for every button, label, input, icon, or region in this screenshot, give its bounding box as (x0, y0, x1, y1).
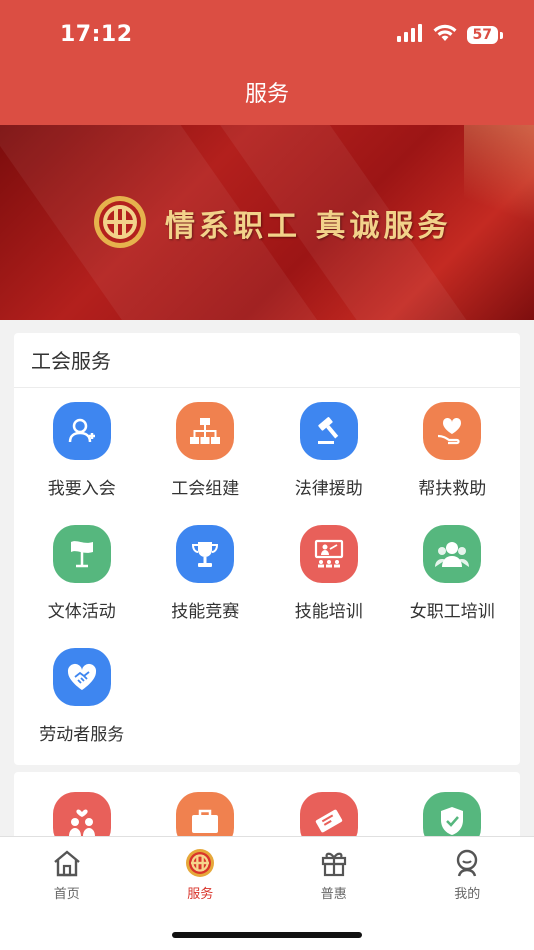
wifi-icon (433, 24, 457, 46)
handshake-icon (52, 648, 111, 706)
service-cultural-sports[interactable]: 文体活动 (20, 511, 144, 634)
battery-indicator: 57 (466, 26, 504, 44)
banner-glow (464, 125, 534, 320)
ticket-icon (299, 792, 358, 842)
org-chart-icon (176, 402, 235, 460)
service-label: 技能竞赛 (171, 602, 240, 622)
status-bar: 17:12 57 (0, 0, 534, 66)
service-label: 技能培训 (294, 602, 363, 622)
briefcase-icon (176, 792, 235, 842)
service-skills-training[interactable]: 技能培训 (267, 511, 391, 634)
banner-slogan: 情系职工 真诚服务 (165, 209, 452, 244)
tab-profile[interactable]: 我的 (401, 837, 534, 902)
tab-label: 普惠 (320, 887, 347, 902)
classroom-icon (299, 525, 358, 583)
union-services-card: 工会服务 我要入会 工会组建 法律援助 帮扶救助 文体活动 技能竞赛 技能培训 … (14, 333, 520, 765)
status-time: 17:12 (60, 22, 133, 47)
service-label: 劳动者服务 (39, 725, 125, 745)
add-user-icon (52, 402, 111, 460)
banner[interactable]: 情系职工 真诚服务 (0, 125, 534, 320)
heart-hand-icon (423, 402, 482, 460)
service-label: 女职工培训 (409, 602, 495, 622)
service-label: 工会组建 (171, 479, 240, 499)
tab-label: 首页 (53, 887, 80, 902)
flag-icon (52, 525, 111, 583)
tab-label: 我的 (454, 887, 481, 902)
profile-icon (451, 847, 483, 879)
service-assistance[interactable]: 帮扶救助 (391, 388, 515, 511)
women-group-icon (423, 525, 482, 583)
service-label: 帮扶救助 (418, 479, 487, 499)
nav-header: 服务 (0, 66, 534, 125)
status-icons: 57 (396, 24, 504, 46)
service-worker-services[interactable]: 劳动者服务 (20, 634, 144, 757)
home-indicator (172, 932, 362, 938)
service-grid (14, 772, 520, 842)
service-tile[interactable] (267, 792, 391, 842)
tab-home[interactable]: 首页 (0, 837, 134, 902)
service-label: 文体活动 (47, 602, 116, 622)
gift-icon (318, 847, 350, 879)
tab-label: 服务 (187, 887, 214, 902)
shield-check-icon (423, 792, 482, 842)
service-tile[interactable] (144, 792, 268, 842)
service-grid: 我要入会 工会组建 法律援助 帮扶救助 文体活动 技能竞赛 技能培训 女职工培训… (14, 388, 520, 757)
service-tile[interactable] (20, 792, 144, 842)
home-icon (51, 847, 83, 879)
signal-icon (396, 24, 423, 46)
more-services-card (14, 772, 520, 842)
service-union-setup[interactable]: 工会组建 (144, 388, 268, 511)
service-label: 我要入会 (47, 479, 116, 499)
gavel-icon (299, 402, 358, 460)
union-logo-icon (184, 847, 216, 879)
service-label: 法律援助 (294, 479, 363, 499)
page-title: 服务 (244, 82, 289, 107)
section-title: 工会服务 (14, 333, 520, 388)
service-join-union[interactable]: 我要入会 (20, 388, 144, 511)
service-legal-aid[interactable]: 法律援助 (267, 388, 391, 511)
service-skills-contest[interactable]: 技能竞赛 (144, 511, 268, 634)
service-tile[interactable] (391, 792, 515, 842)
couple-icon (52, 792, 111, 842)
tab-services[interactable]: 服务 (134, 837, 268, 902)
tab-benefits[interactable]: 普惠 (267, 837, 401, 902)
union-emblem-icon (93, 195, 147, 249)
trophy-icon (176, 525, 235, 583)
service-women-training[interactable]: 女职工培训 (391, 511, 515, 634)
